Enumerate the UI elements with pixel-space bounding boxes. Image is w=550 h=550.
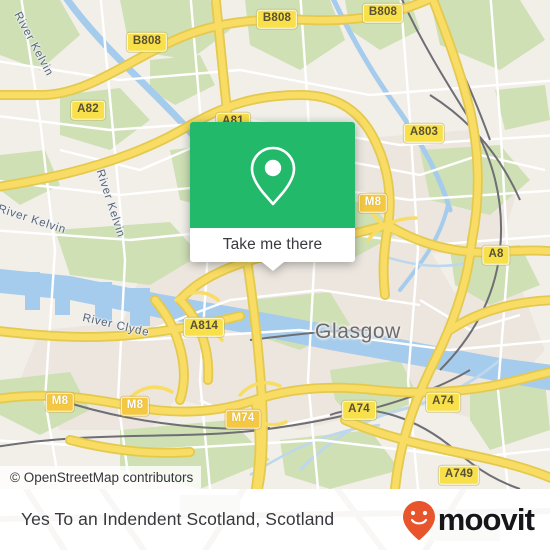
map-canvas[interactable]: Glasgow River Kelvin River Kelvin River Ke… bbox=[0, 0, 550, 489]
popup-pointer-tail bbox=[261, 262, 284, 271]
map-attribution[interactable]: © OpenStreetMap contributors bbox=[0, 466, 202, 489]
take-me-there-button[interactable]: Take me there bbox=[223, 236, 323, 254]
road-shield-b808: B808 bbox=[362, 3, 404, 23]
road-shield-a8: A8 bbox=[482, 245, 510, 265]
road-shield-m8: M8 bbox=[120, 396, 150, 416]
road-shield-b808: B808 bbox=[126, 32, 168, 52]
road-shield-a814: A814 bbox=[183, 317, 225, 337]
map-popup-card[interactable]: Take me there bbox=[190, 122, 355, 271]
road-shield-m74: M74 bbox=[225, 409, 261, 429]
moovit-smiley-pin-icon bbox=[402, 500, 435, 540]
map-screen: Glasgow River Kelvin River Kelvin River Ke… bbox=[0, 0, 550, 550]
road-shield-a749: A749 bbox=[438, 465, 480, 485]
popup-header bbox=[190, 122, 355, 228]
road-shield-m8: M8 bbox=[358, 193, 388, 213]
map-attribution-text: © OpenStreetMap contributors bbox=[10, 470, 194, 485]
road-shield-m8: M8 bbox=[45, 392, 75, 412]
road-shield-a74: A74 bbox=[426, 392, 460, 412]
road-shield-a803: A803 bbox=[403, 123, 445, 143]
road-shield-b808: B808 bbox=[256, 9, 298, 29]
map-pin-icon bbox=[250, 146, 295, 206]
moovit-wordmark: moovit bbox=[437, 502, 535, 537]
footer-bar: Yes To an Indendent Scotland, Scotland m… bbox=[0, 489, 550, 550]
moovit-logo[interactable]: moovit bbox=[402, 500, 535, 540]
road-shield-a74: A74 bbox=[342, 400, 376, 420]
place-title: Yes To an Indendent Scotland, Scotland bbox=[21, 509, 335, 529]
road-shield-a82: A82 bbox=[71, 100, 105, 120]
popup-footer[interactable]: Take me there bbox=[190, 228, 355, 271]
